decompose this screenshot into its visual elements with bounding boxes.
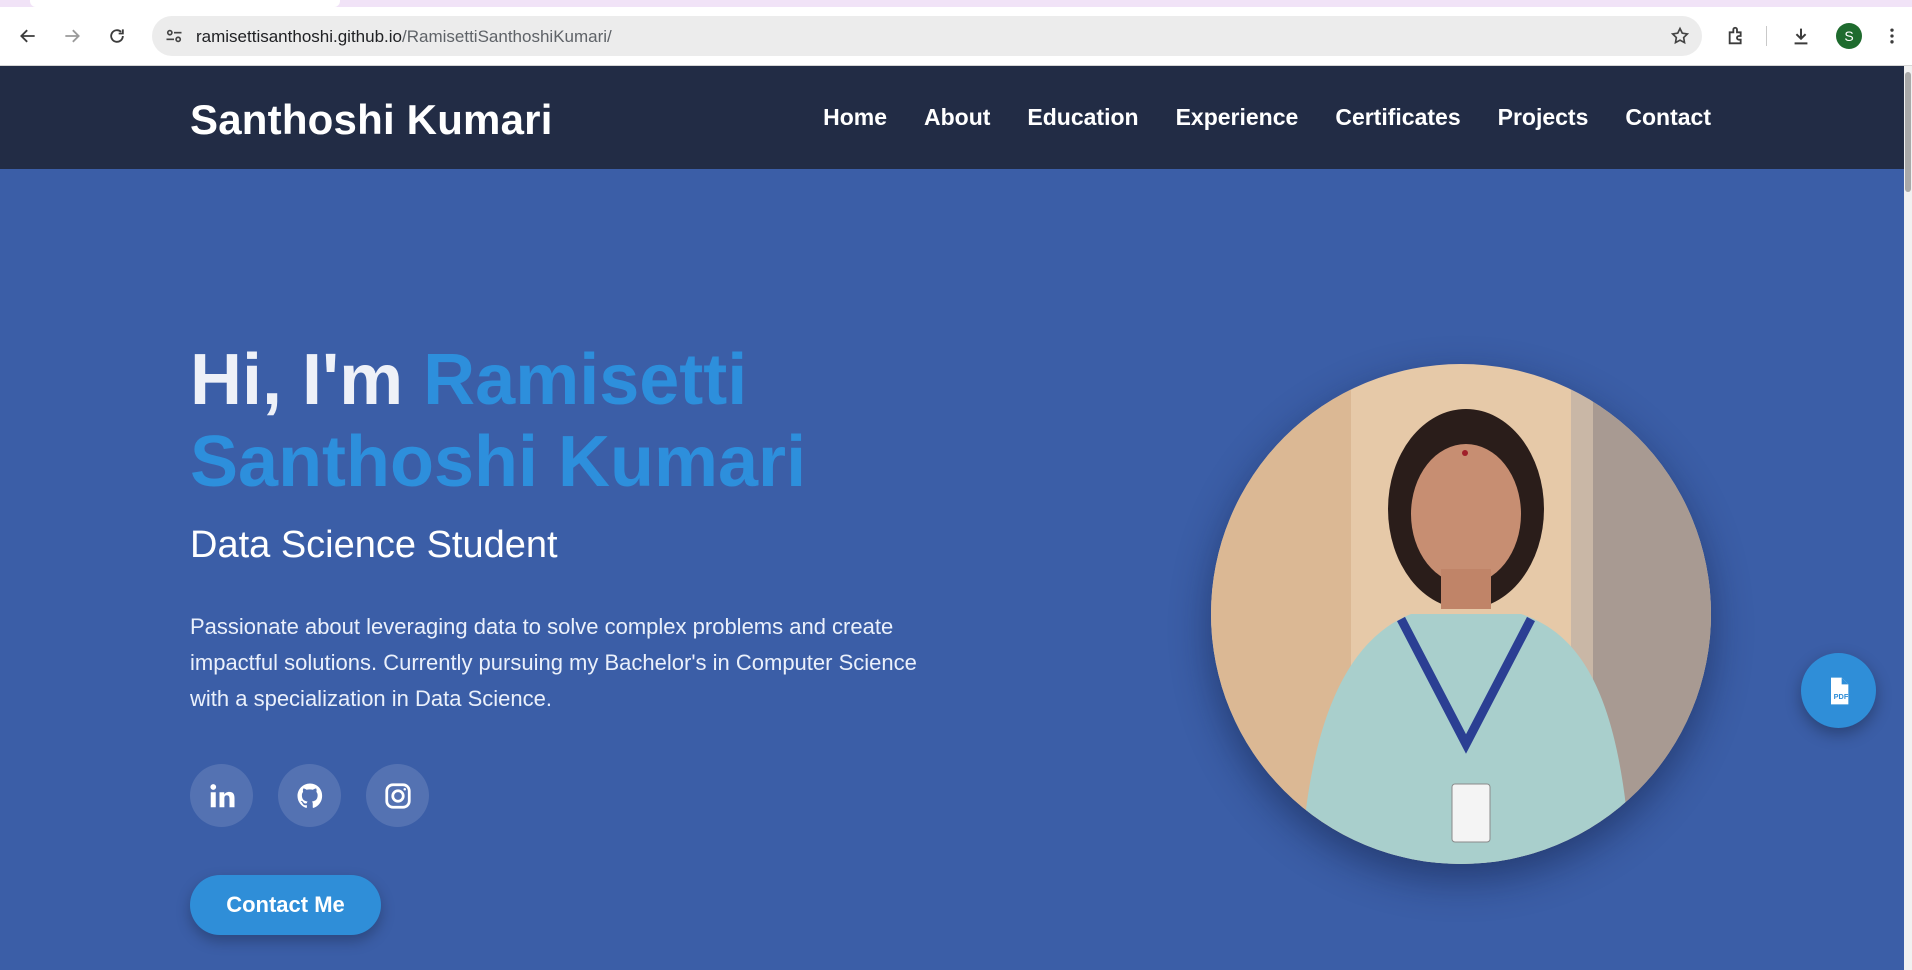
nav-home[interactable]: Home xyxy=(823,104,887,131)
svg-text:PDF: PDF xyxy=(1833,692,1848,701)
nav-about[interactable]: About xyxy=(924,104,990,131)
bookmark-star-icon[interactable] xyxy=(1668,24,1692,48)
linkedin-icon xyxy=(209,783,234,807)
profile-avatar[interactable]: S xyxy=(1836,23,1862,49)
extensions-icon[interactable] xyxy=(1722,20,1752,52)
download-resume-button[interactable]: PDF xyxy=(1801,653,1876,728)
nav-education[interactable]: Education xyxy=(1027,104,1138,131)
download-icon[interactable] xyxy=(1786,20,1816,52)
site-header: Santhoshi Kumari Home About Education Ex… xyxy=(0,66,1904,169)
url-host: ramisettisanthoshi.github.io xyxy=(196,27,403,46)
reload-icon xyxy=(110,29,124,43)
reload-button[interactable] xyxy=(101,20,133,52)
back-button[interactable] xyxy=(12,20,44,52)
forward-button[interactable] xyxy=(56,20,88,52)
pdf-file-icon: PDF xyxy=(1830,677,1848,704)
social-links xyxy=(190,764,429,827)
url-path: /RamisettiSanthoshiKumari/ xyxy=(402,27,612,46)
tab-strip xyxy=(0,0,1912,7)
page-scrollbar[interactable] xyxy=(1904,66,1912,970)
nav-projects[interactable]: Projects xyxy=(1498,104,1589,131)
nav-contact[interactable]: Contact xyxy=(1625,104,1711,131)
site-info-icon[interactable] xyxy=(160,22,188,50)
site-nav: Home About Education Experience Certific… xyxy=(823,104,1711,131)
site-brand[interactable]: Santhoshi Kumari xyxy=(190,96,553,144)
menu-kebab-icon[interactable] xyxy=(1880,20,1904,52)
nav-certificates[interactable]: Certificates xyxy=(1335,104,1460,131)
nav-experience[interactable]: Experience xyxy=(1176,104,1299,131)
hero-description: Passionate about leveraging data to solv… xyxy=(190,614,917,711)
instagram-icon xyxy=(384,782,411,809)
linkedin-link[interactable] xyxy=(190,764,253,827)
url-text[interactable]: ramisettisanthoshi.github.io/RamisettiSa… xyxy=(196,27,612,47)
github-link[interactable] xyxy=(278,764,341,827)
github-icon xyxy=(297,783,322,808)
toolbar-separator xyxy=(1766,26,1767,46)
hero-greeting: Hi, I'm xyxy=(190,340,424,420)
contact-me-button[interactable]: Contact Me xyxy=(190,875,381,935)
hero-section: Hi, I'm Ramisetti Santhoshi Kumari Data … xyxy=(0,169,1904,970)
browser-toolbar: ramisettisanthoshi.github.io/RamisettiSa… xyxy=(0,0,1912,66)
profile-photo xyxy=(1211,364,1711,864)
scrollbar-thumb[interactable] xyxy=(1905,72,1911,192)
arrow-left-icon xyxy=(20,29,35,43)
arrow-right-icon xyxy=(65,29,80,43)
hero-subtitle: Data Science Student xyxy=(190,524,558,566)
hero-title: Hi, I'm Ramisetti Santhoshi Kumari xyxy=(190,339,890,503)
instagram-link[interactable] xyxy=(366,764,429,827)
address-bar[interactable]: ramisettisanthoshi.github.io/RamisettiSa… xyxy=(152,16,1702,56)
active-tab[interactable] xyxy=(30,0,340,7)
